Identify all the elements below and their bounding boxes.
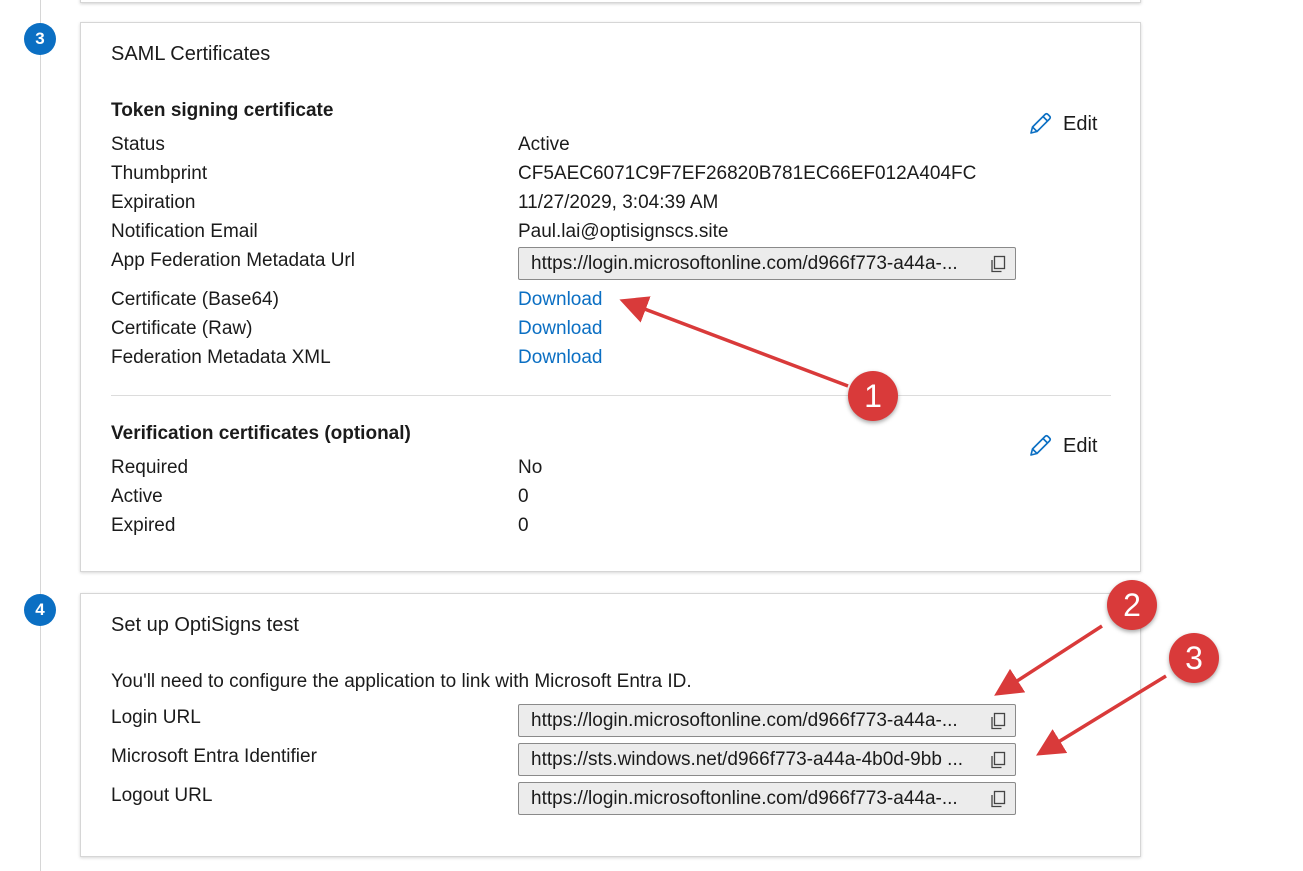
annotation-arrow-1: [619, 296, 849, 388]
annotation-callout-1: 1: [848, 371, 898, 421]
annotation-arrows: [619, 296, 1167, 756]
annotation-callout-2: 2: [1107, 580, 1157, 630]
annotation-arrow-2: [994, 624, 1103, 696]
annotation-arrow-3: [1036, 674, 1167, 756]
annotation-callout-3: 3: [1169, 633, 1219, 683]
